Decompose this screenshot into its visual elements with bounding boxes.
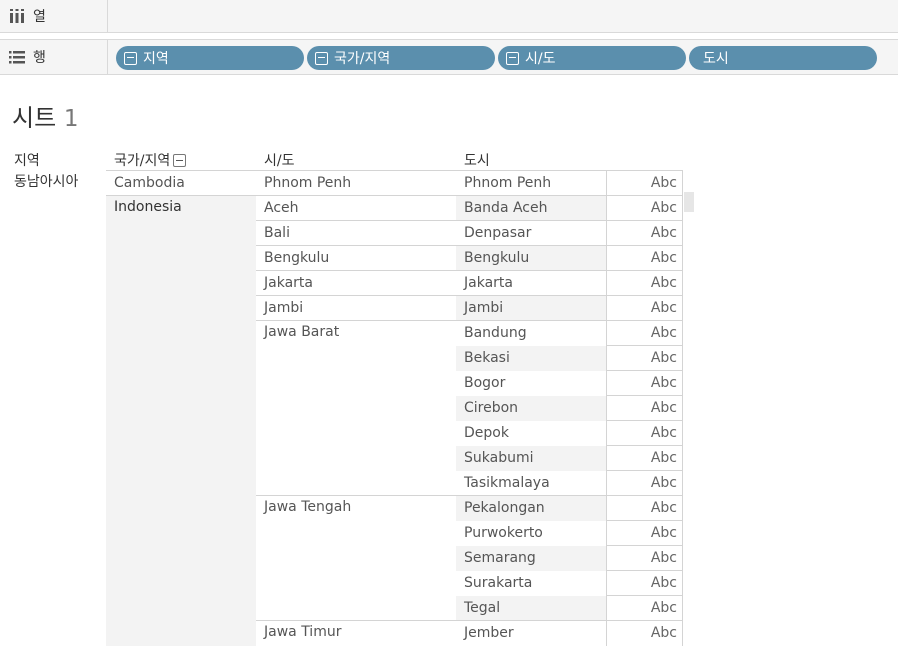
text-mark[interactable]: Abc — [607, 421, 683, 446]
header-state[interactable]: 시/도 — [264, 150, 294, 170]
country-band-indonesia — [106, 196, 256, 646]
text-mark[interactable]: Abc — [607, 171, 683, 196]
text-mark[interactable]: Abc — [607, 446, 683, 471]
city-cell[interactable]: Phnom Penh — [464, 171, 551, 196]
text-mark[interactable]: Abc — [607, 271, 683, 296]
state-cell[interactable]: Phnom Penh — [264, 171, 351, 196]
rows-icon — [9, 50, 25, 64]
city-cell[interactable]: Tegal — [464, 596, 500, 621]
state-cell[interactable]: Jawa Barat — [264, 320, 339, 345]
pill-state[interactable]: 시/도 — [498, 46, 686, 70]
header-country-label: 국가/지역 — [114, 153, 171, 169]
state-cell[interactable]: Jambi — [264, 296, 303, 321]
rows-shelf-label: 행 — [0, 40, 108, 74]
columns-icon — [9, 9, 25, 23]
city-cell[interactable]: Pekalongan — [464, 496, 545, 521]
header-region[interactable]: 지역 — [14, 150, 40, 170]
text-mark[interactable]: Abc — [607, 296, 683, 321]
state-cell[interactable]: Bengkulu — [264, 246, 329, 271]
city-cell[interactable]: Sukabumi — [464, 446, 534, 471]
rows-drop-area[interactable]: 지역 국가/지역 시/도 도시 — [109, 40, 898, 74]
rows-shelf-text: 행 — [33, 50, 46, 66]
pill-state-label: 시/도 — [525, 51, 556, 67]
collapse-icon[interactable] — [172, 154, 186, 167]
columns-shelf[interactable]: 열 — [0, 0, 898, 33]
header-country[interactable]: 국가/지역 — [114, 150, 186, 170]
state-cell[interactable]: Bali — [264, 221, 290, 246]
text-mark[interactable]: Abc — [607, 221, 683, 246]
region-cell[interactable]: 동남아시아 — [14, 170, 78, 195]
city-cell[interactable]: Bengkulu — [464, 246, 529, 271]
city-cell[interactable]: Bandung — [464, 321, 527, 346]
city-cell[interactable]: Bogor — [464, 371, 505, 396]
state-cell[interactable]: Aceh — [264, 196, 299, 221]
columns-shelf-text: 열 — [33, 9, 46, 25]
text-mark[interactable]: Abc — [607, 471, 683, 496]
state-cell[interactable]: Jakarta — [264, 271, 313, 296]
row-divider — [106, 195, 683, 196]
text-mark[interactable]: Abc — [607, 571, 683, 596]
columns-drop-area[interactable] — [109, 0, 898, 32]
text-mark[interactable]: Abc — [607, 321, 683, 346]
text-mark[interactable]: Abc — [607, 196, 683, 221]
country-cell[interactable]: Indonesia — [114, 195, 182, 220]
collapse-icon[interactable] — [124, 51, 137, 65]
text-mark[interactable]: Abc — [607, 521, 683, 546]
text-mark[interactable]: Abc — [607, 371, 683, 396]
city-cell[interactable]: Jember — [464, 621, 514, 646]
city-cell[interactable]: Tasikmalaya — [464, 471, 550, 496]
rows-shelf[interactable]: 행 지역 국가/지역 시/도 도시 — [0, 39, 898, 75]
city-cell[interactable]: Bekasi — [464, 346, 510, 371]
state-cell[interactable]: Jawa Tengah — [264, 495, 351, 520]
collapse-icon[interactable] — [506, 51, 519, 65]
pill-city-label: 도시 — [703, 51, 729, 67]
city-cell[interactable]: Semarang — [464, 546, 536, 571]
pill-region-label: 지역 — [143, 51, 169, 67]
pill-country-label: 국가/지역 — [334, 51, 391, 67]
text-mark[interactable]: Abc — [607, 246, 683, 271]
text-mark[interactable]: Abc — [607, 596, 683, 621]
city-cell[interactable]: Purwokerto — [464, 521, 543, 546]
city-cell[interactable]: Jakarta — [464, 271, 513, 296]
pill-region[interactable]: 지역 — [116, 46, 304, 70]
collapse-icon[interactable] — [315, 51, 328, 65]
sheet-title[interactable]: 시트 1 — [12, 98, 78, 133]
text-mark[interactable]: Abc — [607, 546, 683, 571]
scrollbar-thumb[interactable] — [684, 192, 694, 212]
sheet-title-text: 시트 — [12, 104, 57, 132]
city-cell[interactable]: Jambi — [464, 296, 503, 321]
state-cell[interactable]: Jawa Timur — [264, 620, 341, 645]
country-cell[interactable]: Cambodia — [114, 171, 185, 196]
city-cell[interactable]: Surakarta — [464, 571, 532, 596]
text-mark[interactable]: Abc — [607, 496, 683, 521]
text-mark[interactable]: Abc — [607, 621, 683, 646]
city-cell[interactable]: Denpasar — [464, 221, 531, 246]
columns-shelf-label: 열 — [0, 0, 108, 32]
city-cell[interactable]: Banda Aceh — [464, 196, 548, 221]
text-mark[interactable]: Abc — [607, 346, 683, 371]
header-city[interactable]: 도시 — [464, 150, 490, 170]
city-cell[interactable]: Depok — [464, 421, 509, 446]
text-mark[interactable]: Abc — [607, 396, 683, 421]
pill-country[interactable]: 국가/지역 — [307, 46, 495, 70]
row-divider — [106, 170, 683, 171]
sheet-title-number: 1 — [63, 106, 79, 132]
pill-city[interactable]: 도시 — [689, 46, 877, 70]
city-cell[interactable]: Cirebon — [464, 396, 518, 421]
